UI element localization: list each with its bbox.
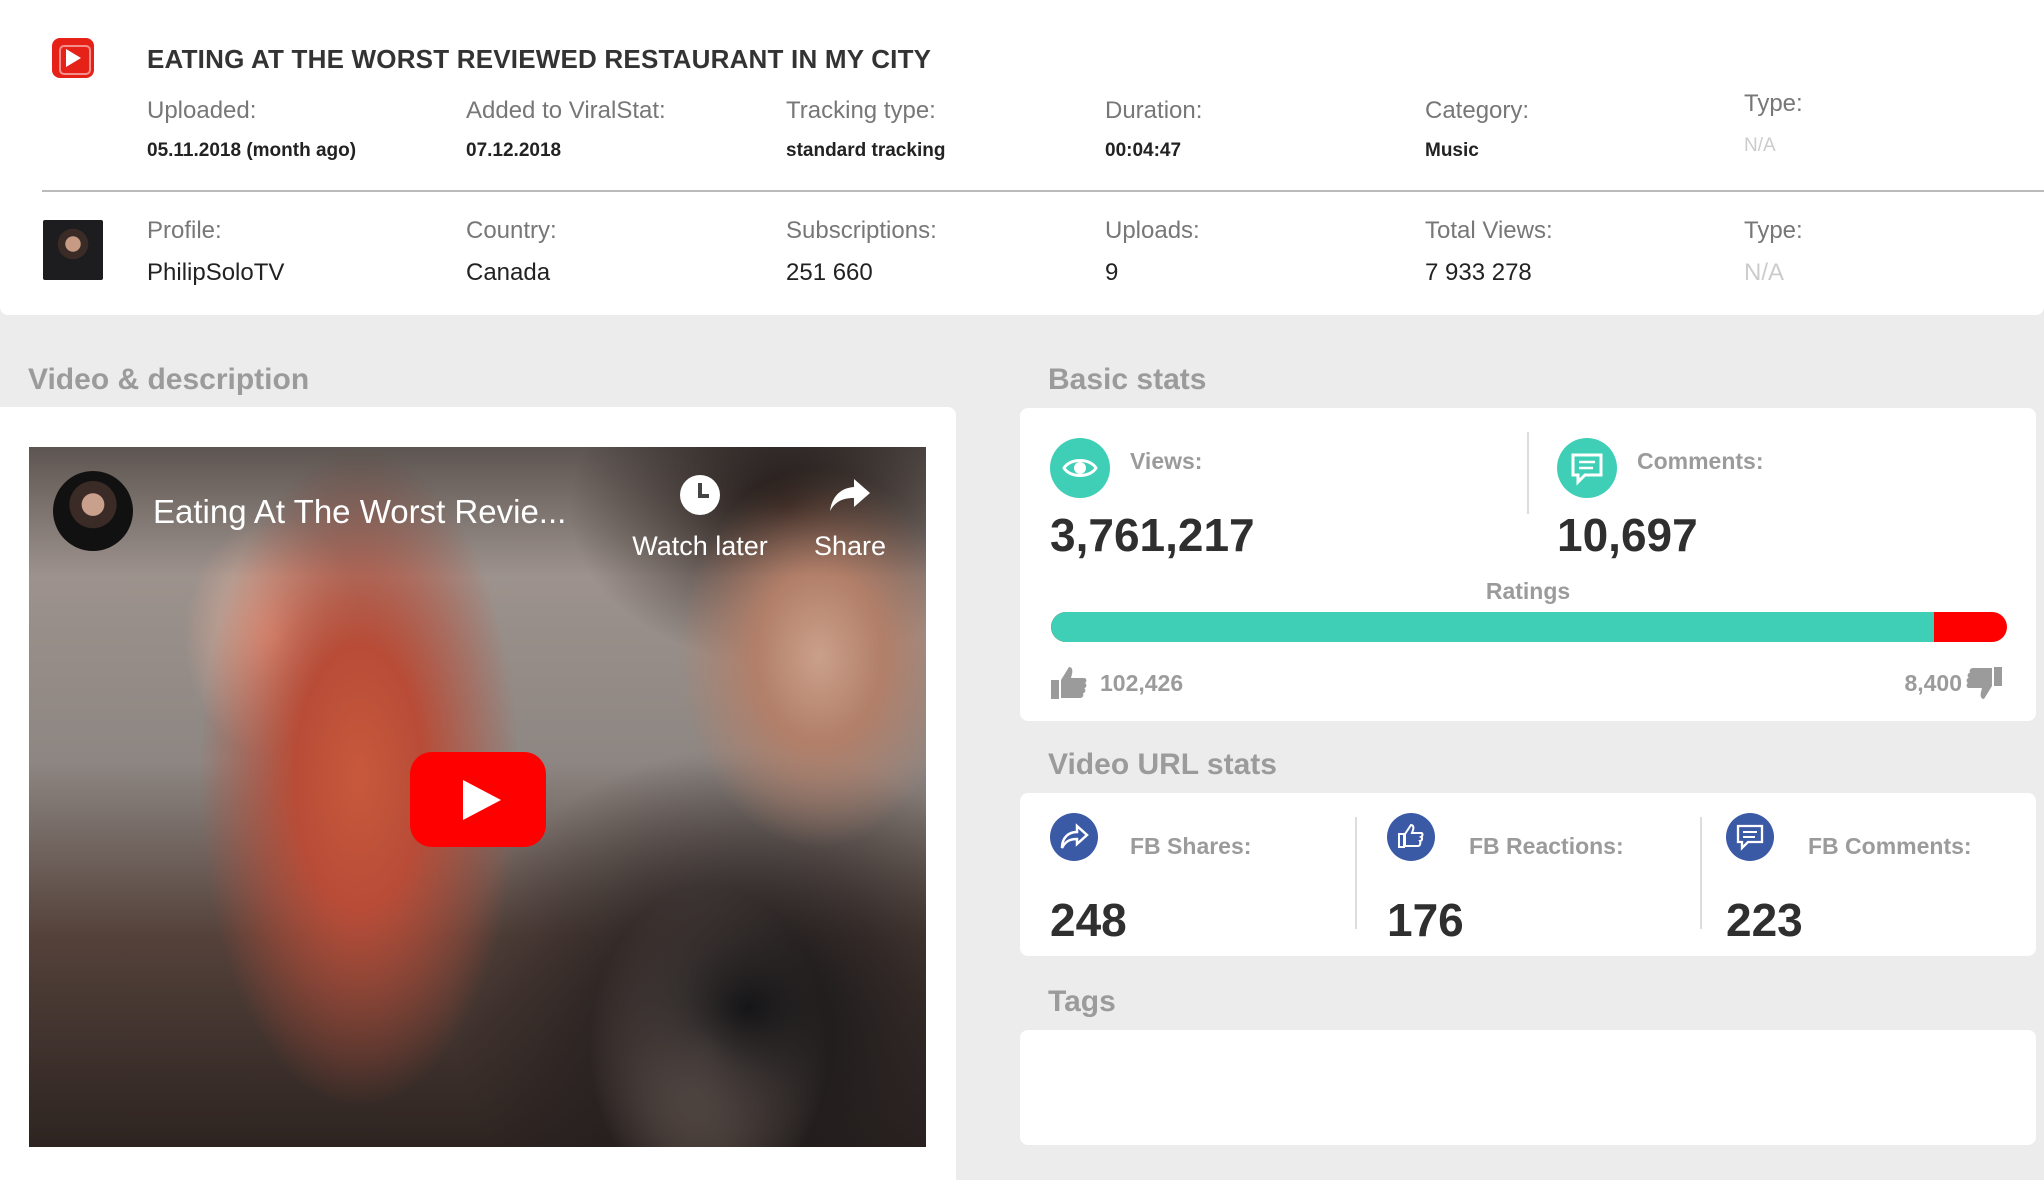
profile-value: Canada: [466, 259, 551, 286]
profile-label: Profile:: [147, 217, 222, 244]
meta-label: Tracking type:: [786, 97, 936, 124]
fb-reactions-value: 176: [1387, 894, 1464, 946]
fb-comments-value: 223: [1726, 894, 1803, 946]
meta-category: Category: Music: [1425, 97, 1529, 162]
stats-divider: [1527, 432, 1529, 514]
meta-value: 07.12.2018: [466, 140, 562, 161]
profile-name: Profile: PhilipSoloTV: [147, 217, 284, 287]
profile-label: Uploads:: [1105, 217, 1200, 244]
share-button[interactable]: Share: [800, 473, 900, 562]
ratings-label: Ratings: [1485, 578, 1571, 604]
fb-reactions-label: FB Reactions:: [1469, 833, 1624, 859]
url-stats-divider: [1700, 817, 1702, 929]
comments-icon-badge: [1557, 438, 1617, 498]
profile-label: Total Views:: [1425, 217, 1553, 244]
thumbs-up-icon: [1051, 667, 1087, 699]
fb-reactions-icon-badge: [1387, 813, 1435, 861]
ratings-bar: [1051, 612, 2007, 642]
profile-value: N/A: [1744, 259, 1785, 286]
profile-total-views: Total Views: 7 933 278: [1425, 217, 1553, 287]
video-title: EATING AT THE WORST REVIEWED RESTAURANT …: [147, 44, 932, 74]
watch-later-label: Watch later: [632, 531, 768, 561]
fb-shares-value: 248: [1050, 894, 1127, 946]
meta-tracking-type: Tracking type: standard tracking: [786, 97, 945, 162]
thumbs-up-icon: [1398, 823, 1424, 848]
basic-stats-title: Basic stats: [1048, 363, 1207, 396]
video-section-title: Video & description: [28, 363, 310, 396]
video-player[interactable]: Eating At The Worst Revie... Watch later…: [29, 447, 926, 1147]
meta-label: Added to ViralStat:: [466, 97, 666, 124]
profile-label: Country:: [466, 217, 557, 244]
fb-shares-label: FB Shares:: [1130, 833, 1252, 859]
share-arrow-icon: [830, 479, 870, 511]
comments-label: Comments:: [1637, 448, 1764, 474]
player-channel-avatar[interactable]: [53, 471, 133, 551]
comment-icon: [1571, 453, 1603, 486]
meta-label: Category:: [1425, 97, 1530, 124]
share-arrow-icon: [1060, 823, 1089, 849]
youtube-logo-icon: [52, 38, 94, 78]
profile-value[interactable]: PhilipSoloTV: [147, 259, 284, 287]
profile-label: Type:: [1744, 217, 1803, 244]
meta-label: Uploaded:: [147, 97, 257, 124]
profile-subscriptions: Subscriptions: 251 660: [786, 217, 937, 287]
meta-label: Duration:: [1105, 97, 1203, 124]
player-title[interactable]: Eating At The Worst Revie...: [153, 493, 566, 531]
meta-value: N/A: [1744, 135, 1776, 156]
views-icon-badge: [1050, 438, 1110, 498]
meta-label: Type:: [1744, 90, 1803, 117]
comments-value: 10,697: [1557, 509, 1698, 561]
thumbs-down-icon: [1966, 667, 2002, 699]
header-divider: [42, 190, 2044, 192]
profile-label: Subscriptions:: [786, 217, 937, 244]
url-stats-title: Video URL stats: [1048, 748, 1277, 781]
profile-value: 251 660: [786, 259, 873, 286]
meta-value: 00:04:47: [1105, 140, 1182, 161]
video-header-card: EATING AT THE WORST REVIEWED RESTAURANT …: [0, 0, 2044, 315]
fb-shares-icon-badge: [1050, 813, 1098, 861]
clock-icon: [680, 475, 720, 515]
tags-title: Tags: [1048, 985, 1116, 1018]
url-stats-card: FB Shares: 248 FB Reactions: 176 FB Comm…: [1020, 793, 2036, 956]
fb-comments-label: FB Comments:: [1808, 833, 1972, 859]
eye-icon: [1062, 459, 1098, 477]
meta-added: Added to ViralStat: 07.12.2018: [466, 97, 666, 162]
meta-duration: Duration: 00:04:47: [1105, 97, 1202, 162]
profile-country: Country: Canada: [466, 217, 557, 287]
views-value: 3,761,217: [1050, 509, 1255, 561]
views-label: Views:: [1130, 448, 1203, 474]
meta-value: 05.11.2018 (month ago): [147, 140, 357, 161]
dislikes-count: 8,400: [1904, 670, 1962, 696]
meta-type: Type: N/A: [1744, 90, 1803, 157]
basic-stats-card: Views: 3,761,217 Comments: 10,697 Rating…: [1020, 408, 2036, 721]
fb-comments-icon-badge: [1726, 813, 1774, 861]
share-label: Share: [813, 531, 887, 561]
ratings-likes-fill: [1051, 612, 1935, 642]
meta-uploaded: Uploaded: 05.11.2018 (month ago): [147, 97, 356, 162]
video-card: Eating At The Worst Revie... Watch later…: [0, 407, 956, 1180]
tags-card: [1020, 1030, 2036, 1145]
profile-type: Type: N/A: [1744, 217, 1803, 287]
profile-value: 7 933 278: [1425, 259, 1532, 286]
meta-value: Music: [1425, 140, 1479, 161]
profile-value: 9: [1105, 259, 1119, 286]
play-button[interactable]: [410, 752, 546, 847]
url-stats-divider: [1355, 817, 1357, 929]
watch-later-button[interactable]: Watch later: [625, 473, 775, 562]
channel-avatar[interactable]: [43, 220, 103, 280]
meta-value: standard tracking: [786, 140, 946, 161]
profile-uploads: Uploads: 9: [1105, 217, 1200, 287]
likes-count: 102,426: [1100, 670, 1184, 696]
comment-icon: [1736, 824, 1764, 851]
